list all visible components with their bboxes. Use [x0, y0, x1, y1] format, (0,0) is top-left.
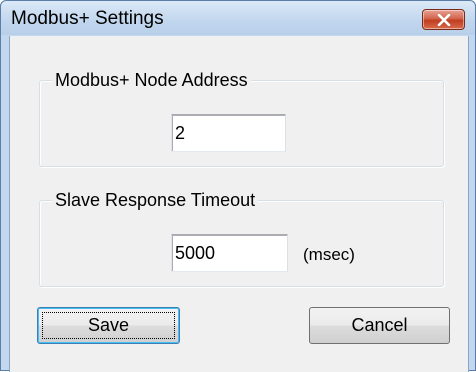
cancel-button[interactable]: Cancel	[309, 307, 450, 344]
close-icon	[437, 14, 451, 26]
slave-timeout-group: Slave Response Timeout (msec)	[39, 189, 444, 287]
timeout-unit-label: (msec)	[303, 245, 355, 264]
node-address-label: Modbus+ Node Address	[52, 69, 251, 91]
node-address-group: Modbus+ Node Address	[39, 69, 444, 167]
settings-dialog: Modbus+ Settings Modbus+ Node Address Sl…	[0, 0, 476, 372]
node-address-input[interactable]	[171, 114, 286, 152]
close-button[interactable]	[422, 9, 465, 30]
dialog-client-area: Modbus+ Node Address Slave Response Time…	[9, 36, 469, 372]
slave-timeout-input[interactable]	[171, 234, 288, 272]
save-button[interactable]: Save	[37, 307, 180, 344]
cancel-button-label: Cancel	[351, 315, 408, 335]
window-title: Modbus+ Settings	[11, 8, 164, 29]
slave-timeout-label: Slave Response Timeout	[52, 189, 259, 211]
focus-rectangle	[42, 312, 175, 339]
title-bar[interactable]: Modbus+ Settings	[1, 1, 475, 35]
